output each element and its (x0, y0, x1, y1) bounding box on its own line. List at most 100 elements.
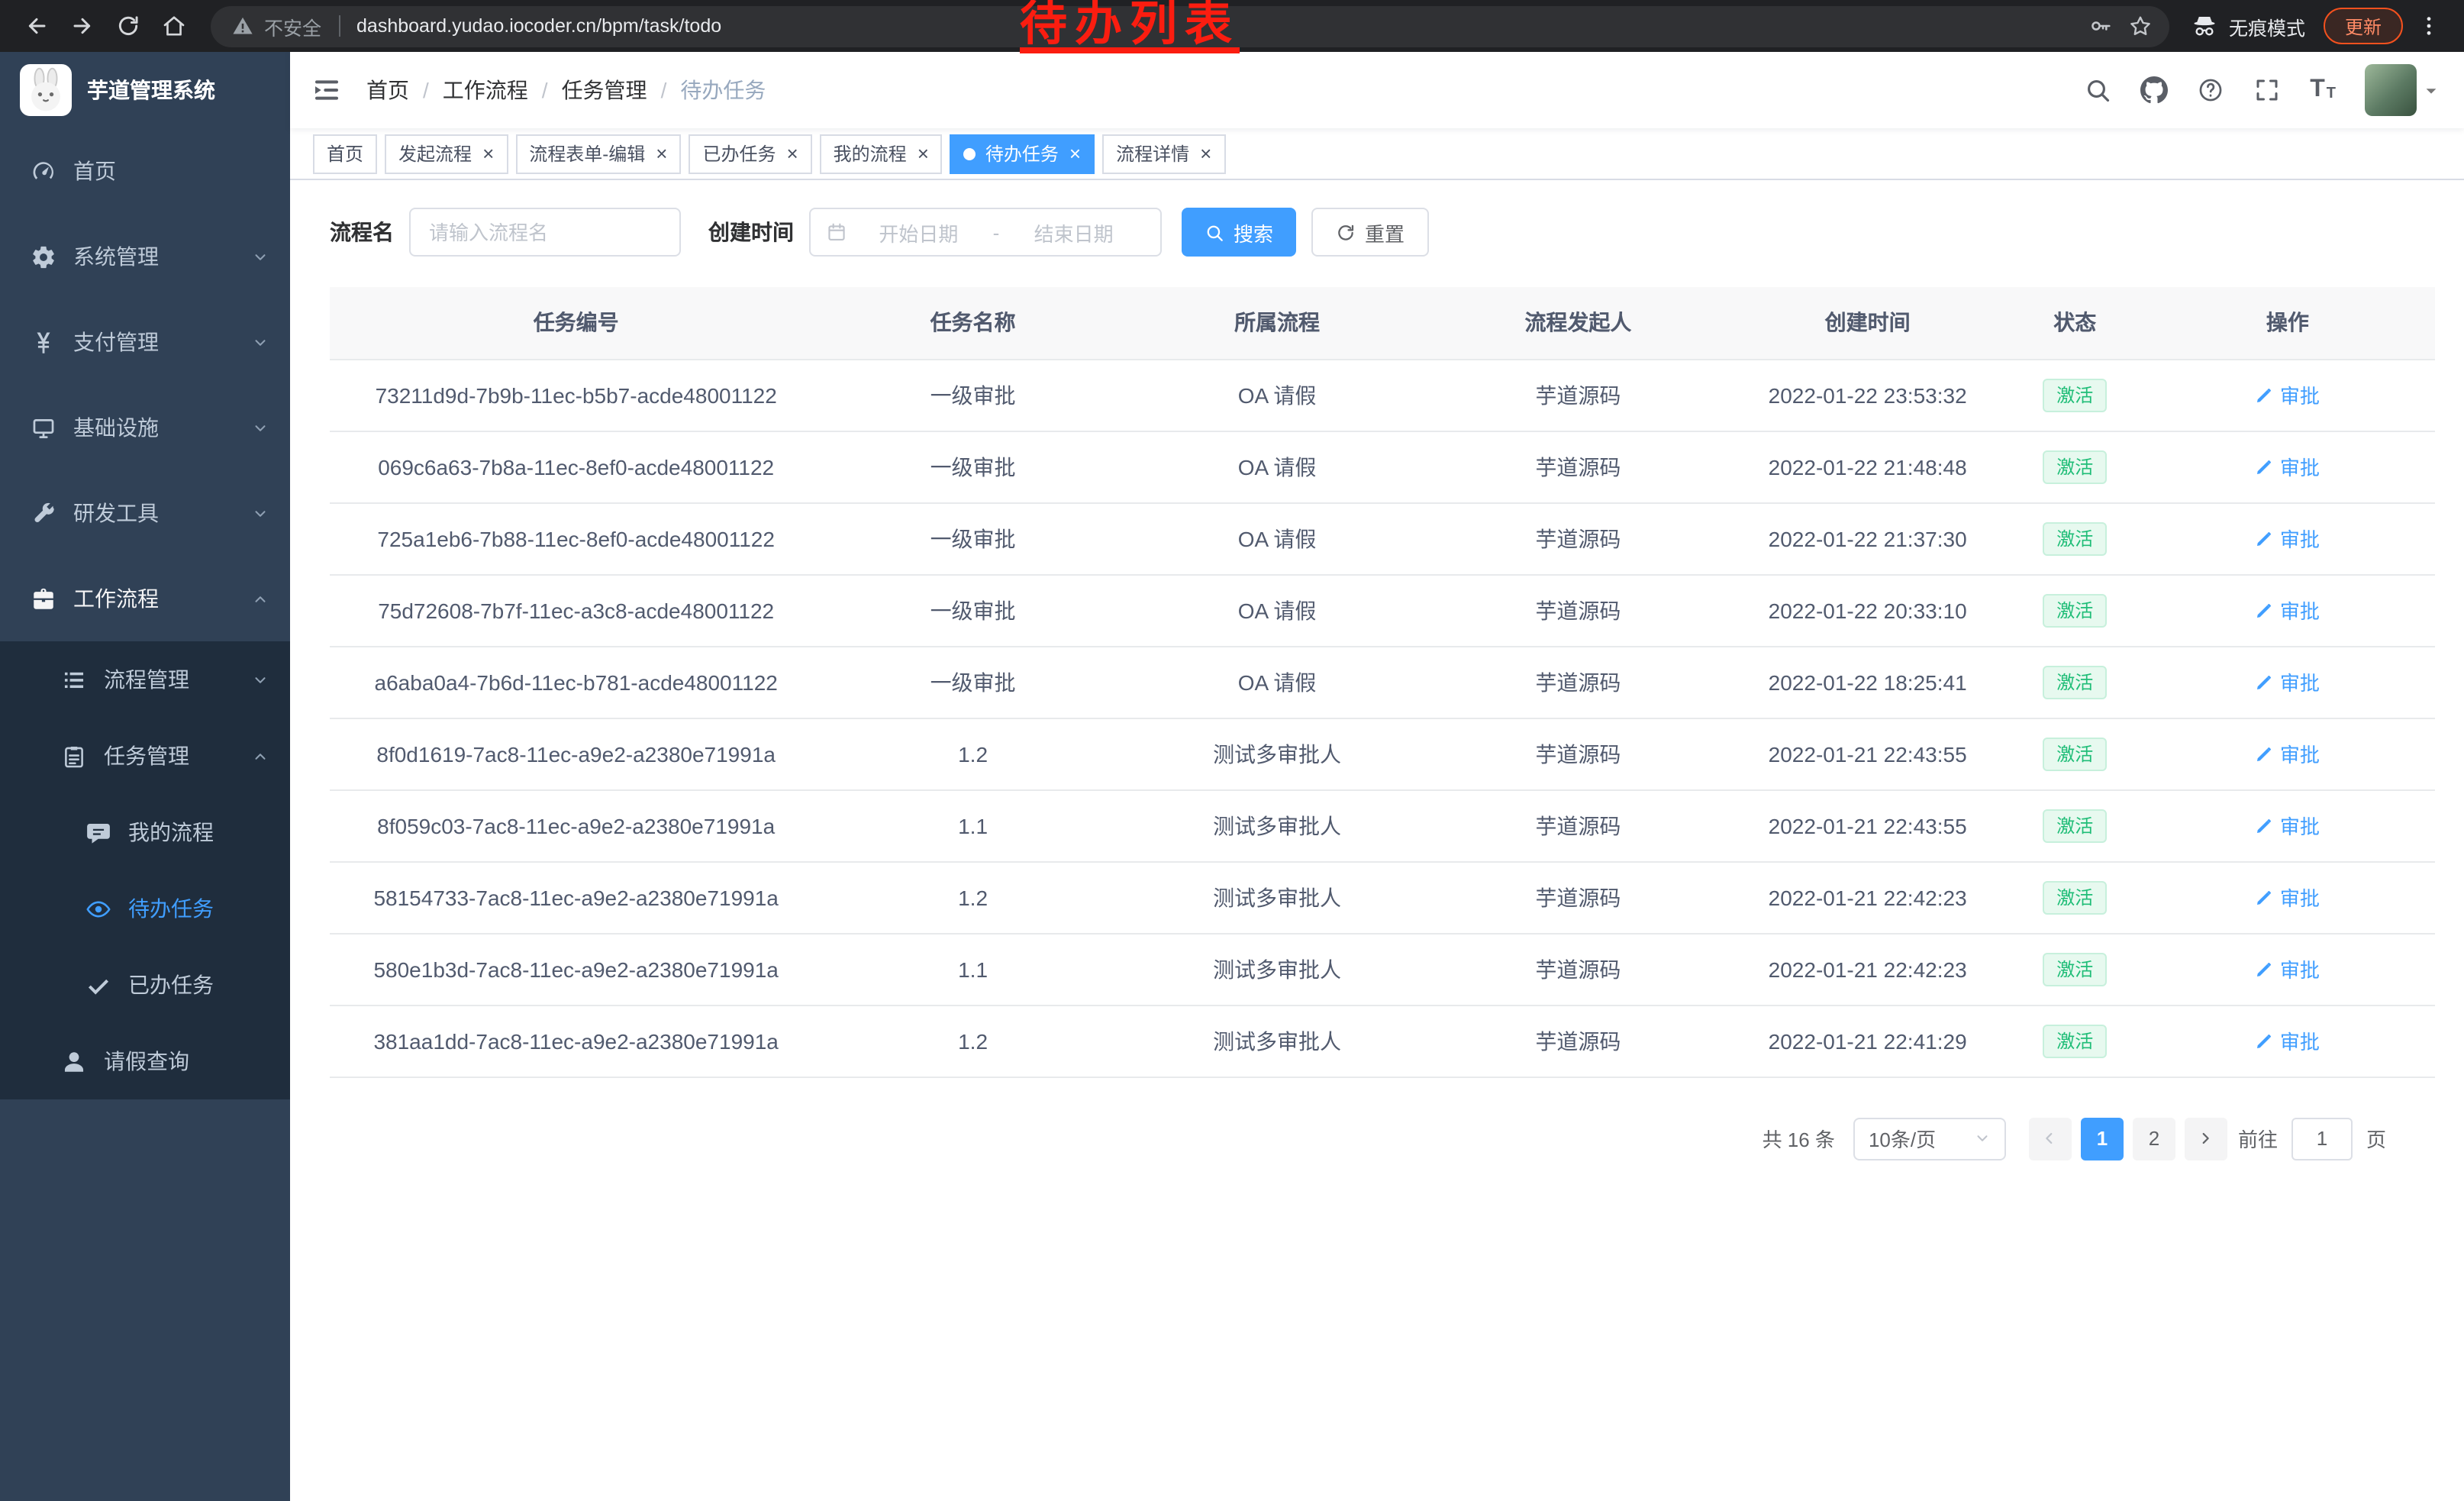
page-button-1[interactable]: 1 (2081, 1117, 2124, 1160)
approve-button[interactable]: 审批 (2256, 739, 2320, 768)
password-key-button[interactable] (2081, 6, 2121, 46)
approve-label: 审批 (2280, 596, 2320, 625)
column-header: 任务编号 (330, 287, 822, 359)
approve-label: 审批 (2280, 524, 2320, 553)
sidebar-item-infrastructure[interactable]: 基础设施 (0, 385, 290, 470)
sidebar-item-workflow[interactable]: 工作流程 (0, 556, 290, 641)
tab-process-detail[interactable]: 流程详情× (1102, 134, 1225, 173)
github-button[interactable] (2140, 76, 2168, 104)
breadcrumb-item[interactable]: 任务管理 (562, 75, 647, 105)
tab-my-process[interactable]: 我的流程× (820, 134, 943, 173)
status-badge: 激活 (2043, 880, 2107, 914)
tab-start-process[interactable]: 发起流程× (385, 134, 508, 173)
approve-button[interactable]: 审批 (2256, 811, 2320, 840)
bookmark-star-button[interactable] (2121, 6, 2160, 46)
table-row: 580e1b3d-7ac8-11ec-a9e2-a2380e71991a1.1测… (330, 933, 2435, 1005)
tab-home[interactable]: 首页 (313, 134, 377, 173)
sidebar-item-label: 请假查询 (104, 1046, 269, 1077)
next-page-button[interactable] (2185, 1117, 2227, 1160)
goto-page-input[interactable] (2291, 1117, 2353, 1160)
approve-button[interactable]: 审批 (2256, 380, 2320, 409)
approve-button[interactable]: 审批 (2256, 1026, 2320, 1055)
sidebar-item-payment[interactable]: 支付管理 (0, 299, 290, 385)
task-name: 一级审批 (930, 454, 1016, 479)
column-header: 流程发起人 (1430, 287, 1725, 359)
process-name: 测试多审批人 (1213, 741, 1341, 766)
tab-close-icon[interactable]: × (656, 144, 667, 163)
tab-close-icon[interactable]: × (786, 144, 798, 163)
sidebar-item-label: 我的流程 (128, 817, 269, 847)
process-name-input[interactable] (409, 208, 681, 257)
active-tab-dot (964, 147, 976, 160)
reset-button[interactable]: 重置 (1311, 208, 1429, 257)
chat-icon (85, 819, 111, 845)
tab-close-icon[interactable]: × (918, 144, 929, 163)
browser-menu-button[interactable] (2409, 6, 2449, 46)
task-name: 1.1 (958, 813, 988, 838)
reload-icon (116, 14, 140, 38)
page-button-2[interactable]: 2 (2133, 1117, 2175, 1160)
sidebar-item-todo-task[interactable]: 待办任务 (0, 870, 290, 947)
sidebar-item-my-process[interactable]: 我的流程 (0, 794, 290, 870)
sidebar-collapse-button[interactable] (311, 75, 342, 105)
create-time-label: 创建时间 (708, 217, 794, 247)
chevron-down-icon (252, 419, 269, 436)
sidebar-item-label: 首页 (73, 156, 269, 186)
date-range-picker[interactable]: 开始日期 - 结束日期 (809, 208, 1162, 257)
sidebar-item-label: 系统管理 (73, 241, 252, 272)
create-time: 2022-01-22 18:25:41 (1769, 670, 1967, 694)
browser-reload-button[interactable] (107, 5, 150, 47)
sidebar-item-done-task[interactable]: 已办任务 (0, 947, 290, 1023)
sidebar-item-process-mgmt[interactable]: 流程管理 (0, 641, 290, 718)
sidebar-item-devtools[interactable]: 研发工具 (0, 470, 290, 556)
tab-close-icon[interactable]: × (482, 144, 494, 163)
font-size-button[interactable]: TT (2310, 78, 2336, 102)
status-badge: 激活 (2043, 809, 2107, 842)
approve-button[interactable]: 审批 (2256, 954, 2320, 983)
chevron-right-icon (2198, 1130, 2214, 1147)
sidebar-item-home[interactable]: 首页 (0, 128, 290, 214)
tab-done-task[interactable]: 已办任务× (689, 134, 811, 173)
sidebar-item-task-mgmt[interactable]: 任务管理 (0, 718, 290, 794)
breadcrumb-item[interactable]: 工作流程 (443, 75, 528, 105)
breadcrumb-item: 待办任务 (680, 75, 766, 105)
approve-button[interactable]: 审批 (2256, 667, 2320, 696)
initiator: 芋道源码 (1535, 454, 1621, 479)
tools-icon (31, 500, 56, 526)
header-search-button[interactable] (2084, 76, 2111, 104)
breadcrumb-item[interactable]: 首页 (366, 75, 409, 105)
process-name-label: 流程名 (330, 217, 394, 247)
browser-forward-button[interactable] (61, 5, 104, 47)
search-button[interactable]: 搜索 (1182, 208, 1296, 257)
address-bar[interactable]: 不安全 dashboard.yudao.iocoder.cn/bpm/task/… (211, 5, 2169, 47)
eye-icon (85, 896, 111, 922)
pagination: 共 16 条 10条/页 12 前往 页 (330, 1117, 2435, 1160)
task-id: 580e1b3d-7ac8-11ec-a9e2-a2380e71991a (373, 957, 778, 981)
tab-todo-task[interactable]: 待办任务× (950, 134, 1095, 173)
prev-page-button[interactable] (2029, 1117, 2072, 1160)
table-row: 75d72608-7b7f-11ec-a3c8-acde48001122一级审批… (330, 574, 2435, 646)
browser-back-button[interactable] (15, 5, 58, 47)
browser-home-button[interactable] (153, 5, 195, 47)
browser-update-button[interactable]: 更新 (2324, 8, 2403, 44)
tab-form-edit[interactable]: 流程表单-编辑× (515, 134, 681, 173)
caret-down-icon (2423, 82, 2440, 98)
tab-close-icon[interactable]: × (1200, 144, 1211, 163)
approve-button[interactable]: 审批 (2256, 883, 2320, 912)
initiator: 芋道源码 (1535, 598, 1621, 622)
logo[interactable]: 芋道管理系统 (0, 52, 290, 128)
approve-button[interactable]: 审批 (2256, 452, 2320, 481)
docs-help-button[interactable] (2197, 76, 2224, 104)
sidebar-item-system[interactable]: 系统管理 (0, 214, 290, 299)
approve-button[interactable]: 审批 (2256, 596, 2320, 625)
tab-close-icon[interactable]: × (1069, 144, 1081, 163)
user-menu[interactable] (2365, 64, 2440, 116)
approve-label: 审批 (2280, 739, 2320, 768)
page-size-select[interactable]: 10条/页 (1853, 1117, 2006, 1160)
approve-label: 审批 (2280, 811, 2320, 840)
fullscreen-button[interactable] (2253, 76, 2281, 104)
avatar (2365, 64, 2417, 116)
edit-icon (2256, 744, 2274, 763)
approve-button[interactable]: 审批 (2256, 524, 2320, 553)
sidebar-item-leave-query[interactable]: 请假查询 (0, 1023, 290, 1099)
